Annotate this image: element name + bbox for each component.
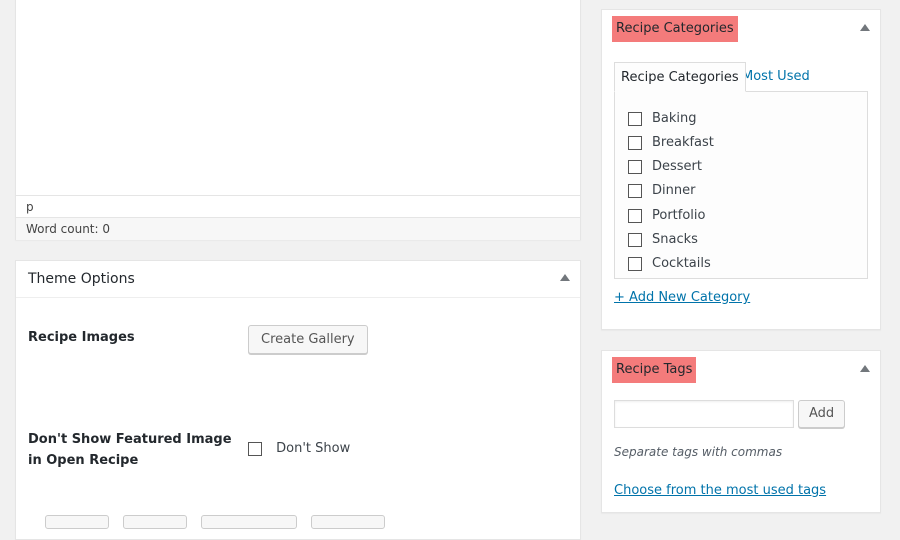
category-label: Dinner	[652, 183, 696, 198]
category-label: Breakfast	[652, 135, 714, 150]
dont-show-text: Don't Show	[276, 441, 351, 456]
list-item[interactable]: Dinner	[628, 183, 695, 198]
category-checkbox[interactable]	[628, 232, 642, 247]
editor-path-text[interactable]: p	[26, 200, 34, 214]
category-label: Snacks	[652, 232, 698, 247]
category-label: Portfolio	[652, 208, 706, 223]
collapse-arrow-icon[interactable]	[860, 24, 870, 31]
word-count: Word count: 0	[26, 222, 111, 236]
partial-button-3[interactable]	[201, 515, 297, 529]
recipe-images-label: Recipe Images	[28, 330, 135, 345]
theme-options-header[interactable]: Theme Options	[16, 261, 580, 298]
theme-options-title: Theme Options	[28, 271, 135, 287]
category-checkbox[interactable]	[628, 135, 642, 150]
collapse-arrow-icon[interactable]	[860, 365, 870, 372]
recipe-categories-title: Recipe Categories	[612, 16, 738, 42]
category-label: Baking	[652, 111, 697, 126]
add-new-category-link[interactable]: + Add New Category	[614, 290, 750, 305]
category-checkbox[interactable]	[628, 256, 642, 271]
recipe-categories-box: Recipe Categories Recipe Categories Most…	[601, 9, 881, 330]
list-item[interactable]: Baking	[628, 111, 697, 126]
tags-hint: Separate tags with commas	[614, 445, 783, 459]
collapse-arrow-icon[interactable]	[560, 274, 570, 281]
list-item[interactable]: Dessert	[628, 159, 702, 174]
recipe-tags-box: Recipe Tags Add Separate tags with comma…	[601, 350, 881, 513]
dont-show-featured-label: Don't Show Featured Image in Open Recipe	[28, 432, 232, 468]
category-checkbox[interactable]	[628, 208, 642, 223]
recipe-tags-title: Recipe Tags	[612, 357, 697, 383]
editor-path-bar: p	[16, 195, 580, 217]
theme-options-box: Theme Options Recipe Images Create Galle…	[15, 260, 581, 540]
new-tag-input[interactable]	[614, 400, 794, 428]
post-editor: p Word count: 0	[15, 0, 581, 240]
category-checklist: Baking Breakfast Dessert Dinner Portfoli…	[614, 91, 868, 279]
add-tag-button[interactable]: Add	[798, 400, 846, 428]
category-label: Cocktails	[652, 256, 711, 271]
list-item[interactable]: Cocktails	[628, 256, 711, 271]
list-item[interactable]: Snacks	[628, 232, 698, 247]
partial-button-1[interactable]	[45, 515, 109, 529]
tab-all-categories[interactable]: Recipe Categories	[614, 62, 746, 92]
partial-button-4[interactable]	[311, 515, 385, 529]
editor-content-area[interactable]	[16, 0, 580, 195]
dont-show-option[interactable]: Don't Show	[248, 441, 350, 456]
tab-most-used[interactable]: Most Used	[736, 62, 816, 92]
choose-most-used-tags-link[interactable]: Choose from the most used tags	[614, 483, 826, 498]
list-item[interactable]: Portfolio	[628, 208, 705, 223]
category-checkbox[interactable]	[628, 183, 642, 198]
list-item[interactable]: Breakfast	[628, 135, 714, 150]
editor-status-bar: Word count: 0	[16, 217, 580, 240]
category-checkbox[interactable]	[628, 111, 642, 126]
dont-show-checkbox[interactable]	[248, 441, 262, 456]
category-label: Dessert	[652, 159, 702, 174]
category-checkbox[interactable]	[628, 159, 642, 174]
create-gallery-button[interactable]: Create Gallery	[248, 325, 368, 354]
partial-button-2[interactable]	[123, 515, 187, 529]
